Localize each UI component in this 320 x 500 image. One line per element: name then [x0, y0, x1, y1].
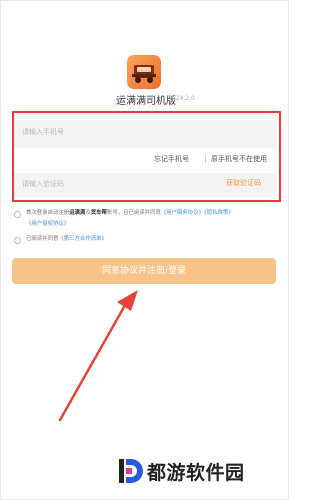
watermark-logo-icon	[119, 459, 143, 483]
watermark-text: 都游软件园	[147, 462, 245, 484]
red-arrow-annotation	[58, 290, 138, 422]
